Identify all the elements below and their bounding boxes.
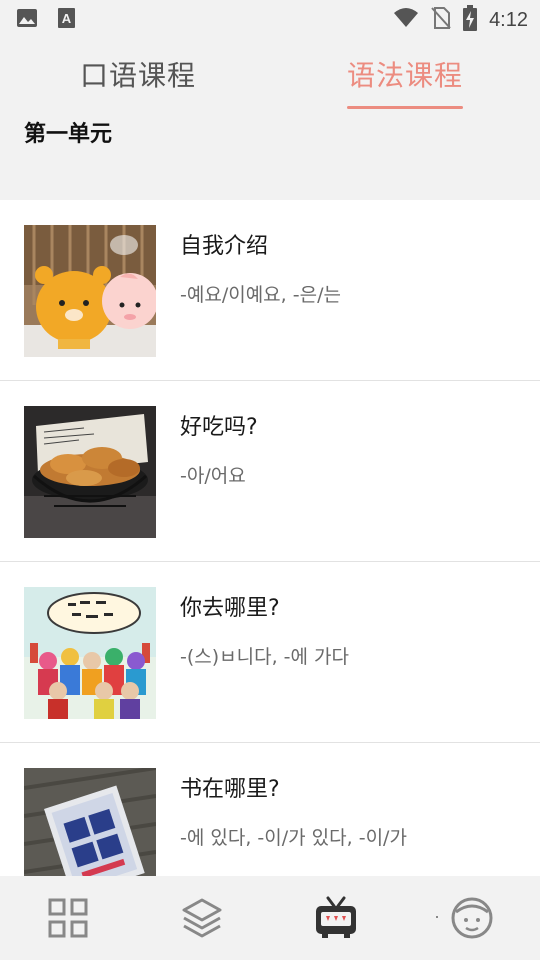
grid-icon	[46, 898, 90, 944]
no-sim-icon	[431, 6, 451, 34]
lesson-grammar: -(스)ㅂ니다, -에 가다	[180, 646, 350, 668]
tab-grammar-course[interactable]: 语法课程	[347, 54, 463, 94]
decorative-dot	[436, 916, 438, 918]
lesson-item[interactable]: 自我介绍 -예요/이예요, -은/는	[0, 200, 540, 381]
font-a-icon: A	[56, 7, 78, 33]
svg-text:A: A	[62, 11, 72, 26]
profile-face-icon	[450, 897, 494, 944]
lesson-grammar: -에 있다, -이/가 있다, -이/가	[180, 827, 407, 849]
lesson-thumbnail	[24, 225, 156, 357]
unit-header: 第一单元	[0, 112, 540, 200]
lesson-item[interactable]: 书在哪里? -에 있다, -이/가 있다, -이/가	[0, 743, 540, 876]
nav-courses[interactable]	[180, 896, 224, 940]
nav-home[interactable]	[46, 896, 90, 940]
lesson-grammar: -아/어요	[180, 465, 246, 487]
lesson-title: 好吃吗?	[180, 415, 258, 440]
tab-speaking-course[interactable]: 口语课程	[80, 54, 196, 94]
status-bar: A 4:12	[0, 0, 540, 36]
lesson-list[interactable]: 自我介绍 -예요/이예요, -은/는 好吃吗? -아/어요 你去哪里? -(스)…	[0, 200, 540, 876]
lesson-item[interactable]: 好吃吗? -아/어요	[0, 381, 540, 562]
course-tab-bar: 口语课程 语法课程	[0, 36, 540, 112]
wifi-icon	[393, 7, 419, 33]
lesson-title: 你去哪里?	[180, 596, 280, 621]
image-icon	[16, 7, 38, 33]
lesson-title: 书在哪里?	[180, 777, 280, 802]
nav-profile[interactable]	[450, 896, 494, 940]
lesson-title: 自我介绍	[180, 234, 269, 259]
lesson-thumbnail	[24, 406, 156, 538]
lesson-thumbnail	[24, 768, 156, 876]
layers-icon	[180, 898, 224, 944]
lesson-thumbnail	[24, 587, 156, 719]
nav-tv[interactable]	[314, 896, 358, 940]
lesson-item[interactable]: 你去哪里? -(스)ㅂ니다, -에 가다	[0, 562, 540, 743]
bottom-nav	[0, 876, 540, 960]
battery-charging-icon	[463, 5, 478, 35]
tv-icon	[314, 896, 358, 944]
active-tab-indicator	[347, 106, 463, 109]
status-time: 4:12	[489, 8, 528, 31]
unit-title: 第一单元	[24, 122, 113, 147]
lesson-grammar: -예요/이예요, -은/는	[180, 284, 341, 306]
